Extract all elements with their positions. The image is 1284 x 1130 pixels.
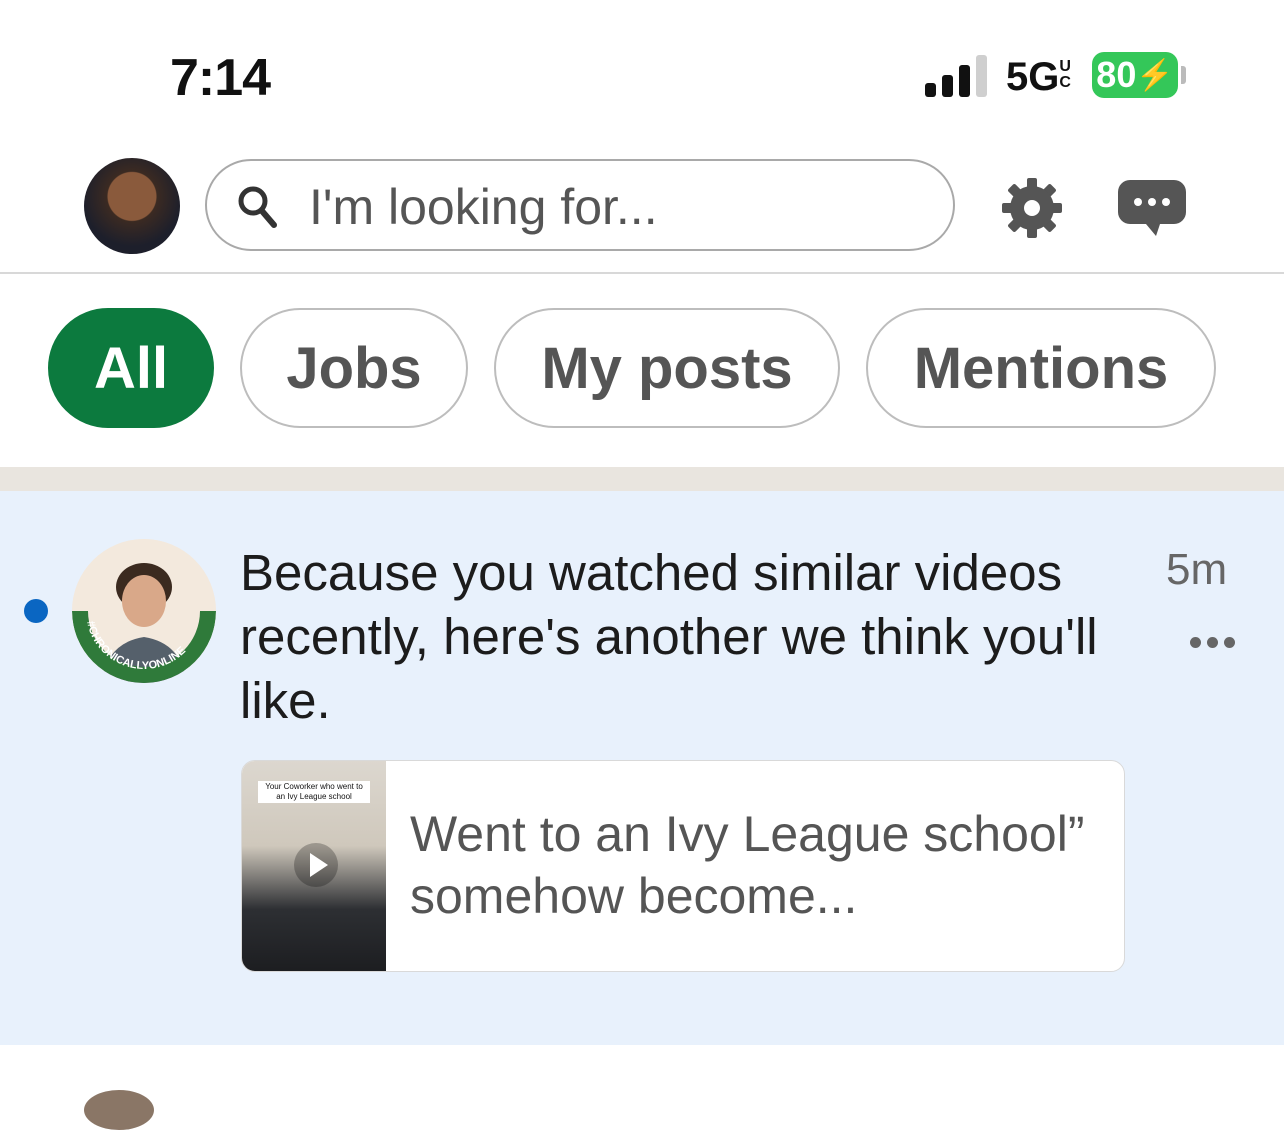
section-divider [0,467,1284,491]
notification-text: Because you watched similar videos recen… [240,544,1098,729]
search-input[interactable] [307,177,911,237]
search-icon [238,186,277,228]
play-icon[interactable] [294,843,338,887]
filter-jobs-chip[interactable]: Jobs [240,308,468,428]
filter-my-posts-chip[interactable]: My posts [494,308,840,428]
filter-all-chip[interactable]: All [48,308,214,428]
more-options-icon[interactable] [1190,637,1236,651]
battery-level: 80 [1096,54,1137,95]
top-bar [0,150,1284,274]
status-bar: 7:14 5GUC 80 ⚡ [0,0,1284,150]
preview-text: Went to an Ivy League school” somehow be… [410,806,1085,924]
thumbnail-caption: Your Coworker who went to an Ivy League … [258,781,370,803]
video-thumbnail[interactable]: Your Coworker who went to an Ivy League … [242,761,386,971]
notification-avatar[interactable]: #CHRONICALLYONLINE [72,539,216,683]
profile-avatar[interactable] [84,158,180,254]
network-label: 5G [1006,55,1060,99]
gear-icon[interactable] [1000,176,1064,240]
network-indicator: 5GUC [1006,55,1073,100]
filter-mentions-chip[interactable]: Mentions [866,308,1216,428]
messaging-icon[interactable] [1116,176,1188,240]
battery-tip [1181,66,1186,84]
network-suffix: UC [1059,58,1071,91]
search-bar[interactable] [205,159,955,251]
status-time: 7:14 [170,49,271,107]
next-notification-avatar[interactable] [84,1090,154,1130]
notification-time: 5m [1166,545,1228,594]
signal-icon [925,55,991,97]
unread-indicator [24,599,48,623]
avatar-badge-ring: #CHRONICALLYONLINE [72,539,216,683]
charging-icon: ⚡ [1136,58,1174,92]
notification-item[interactable]: #CHRONICALLYONLINE Because you watched s… [0,491,1284,1045]
video-preview-card[interactable]: Your Coworker who went to an Ivy League … [241,760,1125,972]
battery-indicator: 80 ⚡ [1092,52,1178,98]
filter-chips: All Jobs My posts Mentions [0,308,1284,430]
